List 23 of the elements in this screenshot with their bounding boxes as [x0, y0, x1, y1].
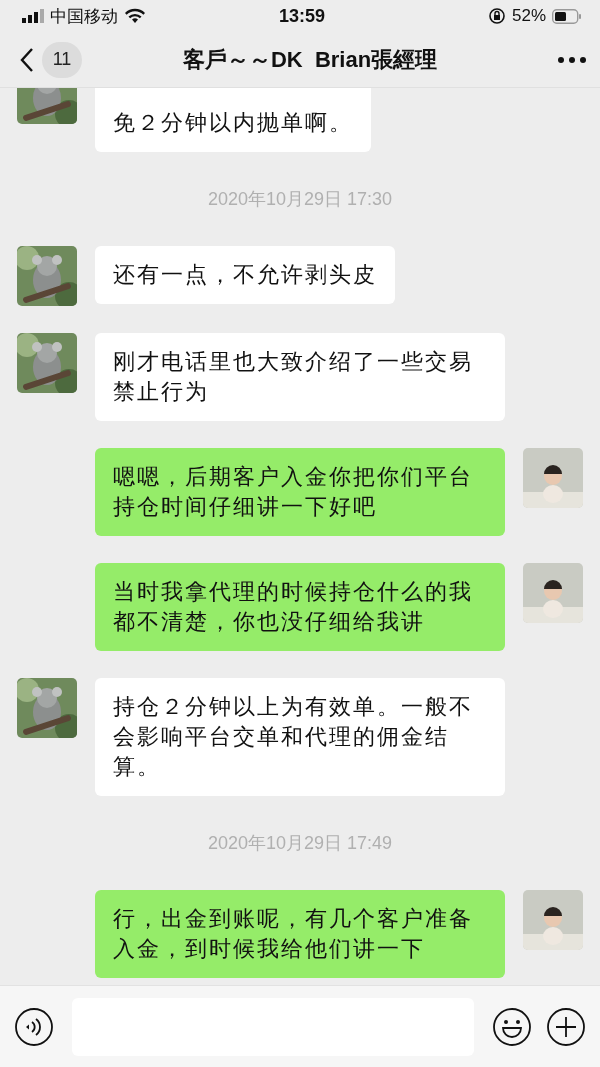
chat-title: 客戶～～DK Brian張經理 — [181, 45, 439, 74]
more-icon[interactable] — [558, 56, 586, 63]
message-bubble: 当时我拿代理的时候持仓什么的我都不清楚，你也没仔细给我讲 — [95, 563, 505, 651]
timestamp: 2020年10月29日 17:49 — [207, 832, 393, 855]
carrier-name: 中国移动 — [50, 5, 118, 28]
voice-icon[interactable] — [14, 1006, 54, 1047]
clock-time: 13:59 — [279, 5, 326, 27]
battery-icon — [552, 8, 582, 24]
emoji-icon[interactable] — [492, 1006, 532, 1047]
rotation-lock-icon — [488, 7, 506, 25]
plus-icon[interactable] — [546, 1006, 586, 1047]
signal-icon — [22, 9, 44, 23]
message-bubble: 持仓２分钟以上为有效单。一般不会影响平台交单和代理的佣金结算。 — [95, 678, 505, 796]
message-bubble: 行，出金到账呢，有几个客户准备入金，到时候我给他们讲一下 — [95, 890, 505, 978]
battery-percent: 52% — [512, 6, 546, 26]
unread-badge: 11 — [42, 41, 82, 78]
message-bubble: 刚才电话里也大致介绍了一些交易禁止行为 — [95, 333, 505, 421]
timestamp: 2020年10月29日 17:30 — [207, 188, 393, 211]
message-bubble: 嗯嗯，后期客户入金你把你们平台持仓时间仔细讲一下好吧 — [95, 448, 505, 536]
message-bubble: 免２分钟以内抛单啊。 — [95, 88, 371, 152]
message-bubble: 还有一点，不允许剥头皮 — [95, 246, 395, 304]
back-icon[interactable] — [20, 46, 34, 73]
wifi-icon — [124, 8, 146, 24]
